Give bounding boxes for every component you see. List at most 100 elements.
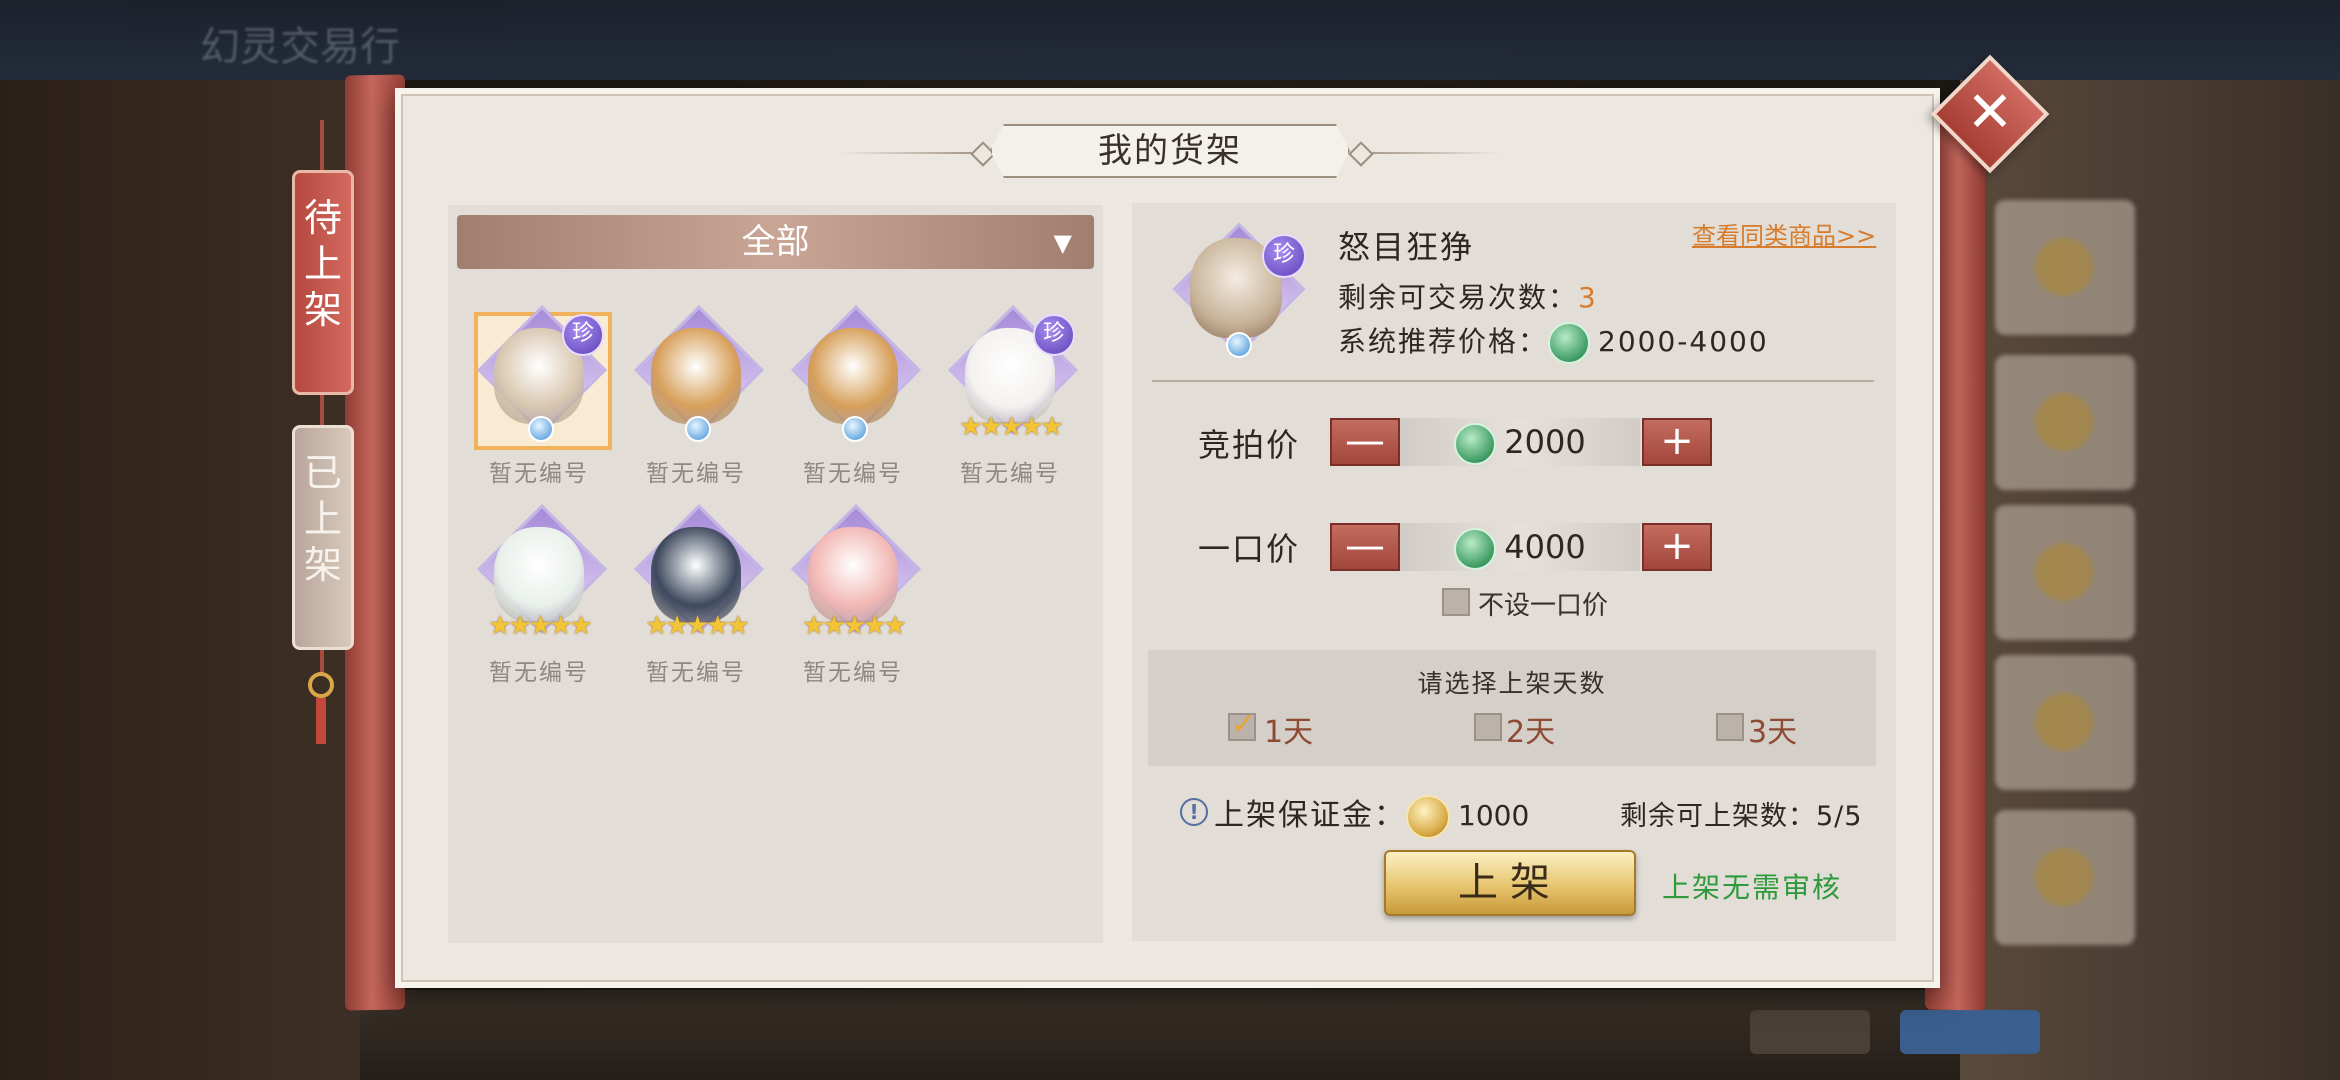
tab-cord xyxy=(320,395,324,427)
days-2-checkbox[interactable] xyxy=(1474,713,1502,741)
buyout-decrease-button[interactable]: — xyxy=(1330,523,1400,571)
remaining-listings-value: 5/5 xyxy=(1816,801,1863,832)
no-buyout-checkbox[interactable] xyxy=(1442,588,1470,616)
star-rating: ★★★★★ xyxy=(645,611,750,641)
auction-decrease-button[interactable]: — xyxy=(1330,418,1400,466)
remaining-listings: 剩余可上架数：5/5 xyxy=(1620,794,1862,833)
pet-image xyxy=(808,328,898,424)
item-id-label: 暂无编号 xyxy=(646,461,746,487)
category-filter-dropdown[interactable]: 全部 ▼ xyxy=(457,215,1094,269)
rare-badge: 珍 xyxy=(1262,234,1306,278)
tab-listed[interactable]: 已上架 xyxy=(292,425,354,650)
minus-icon: — xyxy=(1345,418,1385,464)
shelf-item[interactable]: 珍暂无编号 xyxy=(466,304,612,494)
auction-price-value: 2000 xyxy=(1504,423,1586,461)
no-review-notice: 上架无需审核 xyxy=(1662,871,1843,904)
background-card xyxy=(1995,200,2135,335)
days-1-checkbox[interactable] xyxy=(1228,707,1256,742)
pet-image xyxy=(808,527,898,623)
rare-badge: 珍 xyxy=(562,314,604,356)
background-card xyxy=(1995,655,2135,790)
recommended-price-label: 系统推荐价格： xyxy=(1338,325,1549,358)
jade-coin-icon xyxy=(1454,528,1497,570)
plus-icon: + xyxy=(1660,418,1694,464)
jade-coin-icon xyxy=(1548,322,1591,364)
auction-price-label: 竞拍价 xyxy=(1198,426,1301,464)
jade-coin-icon xyxy=(1454,423,1497,465)
recommended-price: 系统推荐价格： 2000-4000 xyxy=(1338,320,1769,364)
item-id-label: 暂无编号 xyxy=(803,660,903,686)
category-filter-value: 全部 xyxy=(741,222,810,262)
listing-deposit: 上架保证金： 1000 xyxy=(1214,790,1529,839)
item-id-label: 暂无编号 xyxy=(803,461,903,487)
buyout-price-value: 4000 xyxy=(1504,528,1586,566)
item-id-label: 暂无编号 xyxy=(960,461,1060,487)
shelf-item[interactable]: ★★★★★ 暂无编号 xyxy=(466,503,612,693)
shelf-item[interactable]: ★★★★★ 暂无编号 xyxy=(623,503,769,693)
tab-pending[interactable]: 待上架 xyxy=(292,170,354,395)
selected-pet-portrait: 珍 xyxy=(1170,220,1306,358)
shelf-item[interactable]: 珍 ★★★★★ 暂无编号 xyxy=(937,304,1083,494)
buyout-price-label: 一口价 xyxy=(1198,530,1301,568)
detail-divider xyxy=(1152,380,1874,382)
days-3-checkbox[interactable] xyxy=(1716,713,1744,741)
gem-icon xyxy=(528,416,554,442)
dropdown-arrow-icon: ▼ xyxy=(1053,229,1072,257)
minus-icon: — xyxy=(1345,523,1385,569)
info-icon[interactable]: ! xyxy=(1180,798,1208,826)
background-button xyxy=(1750,1010,1870,1054)
buyout-increase-button[interactable]: + xyxy=(1642,523,1712,571)
pet-image xyxy=(651,527,741,623)
panel-title-wrap: 我的货架 xyxy=(990,124,1350,180)
pet-image xyxy=(494,527,584,623)
shelf-item[interactable]: 暂无编号 xyxy=(623,304,769,494)
deposit-label: 上架保证金： xyxy=(1214,798,1406,833)
recommended-price-value: 2000-4000 xyxy=(1598,325,1769,358)
shelf-item[interactable]: 暂无编号 xyxy=(780,304,926,494)
background-card xyxy=(1995,810,2135,945)
background-card xyxy=(1995,505,2135,640)
remaining-trades-label: 剩余可交易次数： xyxy=(1338,281,1579,314)
tassel-ring xyxy=(308,672,334,698)
gold-coin-icon xyxy=(1406,794,1450,839)
days-2-label[interactable]: 2天 xyxy=(1506,707,1555,751)
gem-icon xyxy=(1226,332,1252,358)
buyout-price-field[interactable]: 4000 xyxy=(1400,523,1640,571)
panel-title: 我的货架 xyxy=(990,124,1350,178)
pet-image xyxy=(651,328,741,424)
tab-listed-label: 已上架 xyxy=(303,451,342,587)
plus-icon: + xyxy=(1660,523,1694,569)
listing-days-title: 请选择上架天数 xyxy=(1417,669,1607,698)
title-line-left xyxy=(840,152,990,154)
background-card xyxy=(1995,355,2135,490)
remaining-trades-value: 3 xyxy=(1578,281,1598,314)
rare-badge: 珍 xyxy=(1033,314,1075,356)
deposit-value: 1000 xyxy=(1458,799,1530,832)
background-title: 幻灵交易行 xyxy=(200,24,400,70)
list-item-button[interactable]: 上架 xyxy=(1384,850,1636,916)
days-1-label[interactable]: 1天 xyxy=(1264,707,1313,751)
pet-name: 怒目狂狰 xyxy=(1338,228,1475,266)
days-3-label[interactable]: 3天 xyxy=(1748,707,1797,751)
auction-price-field[interactable]: 2000 xyxy=(1400,418,1640,466)
auction-increase-button[interactable]: + xyxy=(1642,418,1712,466)
background-bottom-bar xyxy=(360,990,2040,1080)
close-icon: ✕ xyxy=(1966,80,2014,145)
item-id-label: 暂无编号 xyxy=(646,660,746,686)
tab-cord xyxy=(320,650,324,674)
view-similar-link[interactable]: 查看同类商品>> xyxy=(1692,216,1876,251)
tassel xyxy=(316,698,326,744)
item-id-label: 暂无编号 xyxy=(489,660,589,686)
star-rating: ★★★★★ xyxy=(488,611,593,641)
shelf-item[interactable]: ★★★★★ 暂无编号 xyxy=(780,503,926,693)
tab-cord xyxy=(320,120,324,172)
no-buyout-label: 不设一口价 xyxy=(1478,591,1609,621)
background-button xyxy=(1900,1010,2040,1054)
remaining-listings-label: 剩余可上架数： xyxy=(1620,801,1816,832)
remaining-trades: 剩余可交易次数：3 xyxy=(1338,276,1598,316)
gem-icon xyxy=(685,416,711,442)
star-rating: ★★★★★ xyxy=(802,611,907,641)
star-rating: ★★★★★ xyxy=(959,412,1064,442)
gem-icon xyxy=(842,416,868,442)
item-id-label: 暂无编号 xyxy=(489,461,589,487)
